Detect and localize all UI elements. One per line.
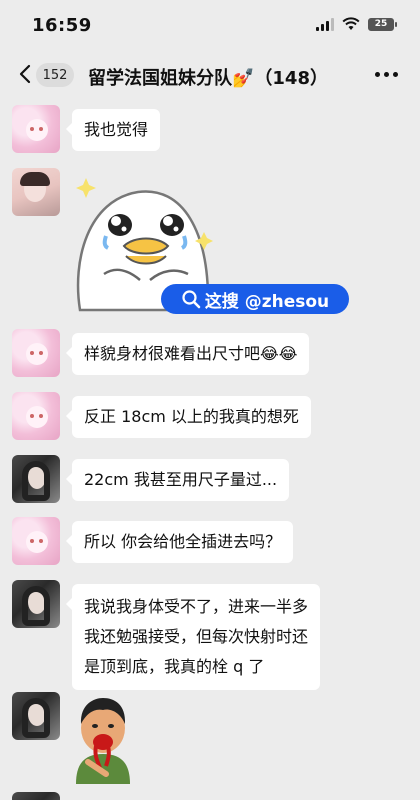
message-bubble[interactable]: 样貌身材很难看出尺寸吧😂😂 — [65, 333, 310, 375]
back-chevron-icon[interactable] — [14, 60, 38, 88]
battery-icon: 25 — [368, 17, 397, 31]
chat-title: 留学法国姐妹分队💅（148） — [88, 68, 328, 89]
status-bar: 16:59 25 — [0, 0, 420, 52]
message-text-line: 我还勉强接受，但每次快射时还 — [84, 627, 309, 646]
message-text: 所以 你会给他全插进去吗？ — [84, 532, 282, 551]
avatar[interactable] — [12, 792, 60, 800]
message-bubble[interactable]: 我说我身体受不了，进来一半多 我还勉强接受，但每次快射时还 是顶到底，我真的栓 … — [65, 584, 321, 690]
message-text: 样貌身材很难看出尺寸吧😂😂 — [84, 344, 298, 363]
message-text-line: 我说我身体受不了，进来一半多 — [84, 597, 309, 616]
wifi-icon — [342, 17, 360, 30]
cellular-signal-icon — [316, 17, 334, 31]
message-bubble[interactable]: 22cm 我甚至用尺子量过... — [65, 459, 290, 501]
more-options-icon[interactable] — [375, 72, 398, 77]
avatar[interactable] — [12, 455, 60, 503]
bleeding-man-sticker[interactable] — [70, 694, 136, 784]
chat-header: 152 留学法国姐妹分队💅（148） — [0, 52, 420, 98]
message-bubble[interactable]: 反正 18cm 以上的我真的想死 — [66, 396, 311, 438]
avatar[interactable] — [12, 692, 60, 740]
message-text: 22cm 我甚至用尺子量过... — [84, 470, 278, 489]
message-text: 我也觉得 — [84, 120, 149, 139]
search-icon — [182, 290, 201, 309]
battery-level: 25 — [374, 19, 388, 29]
message-bubble[interactable]: 我也觉得 — [65, 109, 161, 151]
message-bubble[interactable]: 所以 你会给他全插进去吗？ — [65, 521, 294, 563]
avatar[interactable] — [12, 105, 60, 153]
avatar[interactable] — [12, 329, 60, 377]
avatar[interactable] — [12, 392, 60, 440]
watermark: 这搜 @zhesou — [161, 284, 349, 314]
message-text: 反正 18cm 以上的我真的想死 — [84, 407, 299, 426]
avatar[interactable] — [12, 580, 60, 628]
status-time: 16:59 — [32, 15, 92, 36]
avatar[interactable] — [12, 517, 60, 565]
unread-count-badge[interactable]: 152 — [36, 63, 74, 87]
message-text-line: 是顶到底，我真的栓 q 了 — [84, 657, 265, 676]
avatar[interactable] — [12, 168, 60, 216]
watermark-text: 这搜 @zhesou — [204, 291, 330, 312]
